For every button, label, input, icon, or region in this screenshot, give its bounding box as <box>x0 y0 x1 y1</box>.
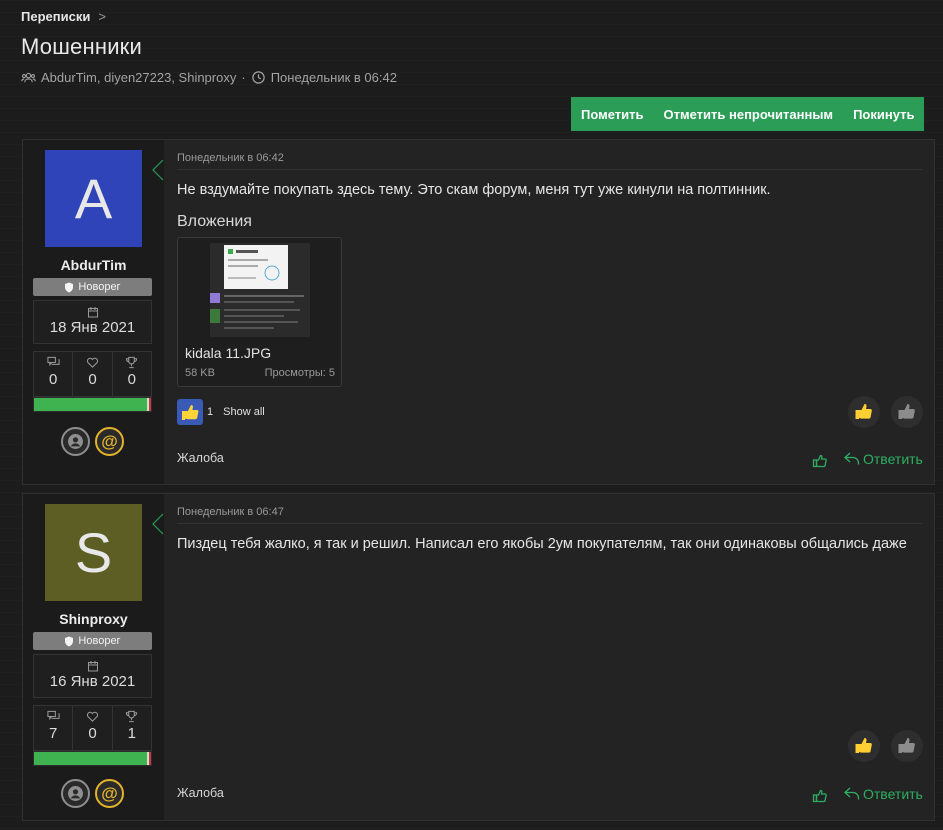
dislike-reaction-button[interactable] <box>891 730 923 762</box>
users-icon <box>21 72 36 83</box>
trophy-icon <box>126 710 138 723</box>
mention-icon[interactable]: @ <box>95 779 124 808</box>
user-title-badge: Новорег <box>33 632 152 650</box>
user-stats: 0 0 0 <box>33 351 152 397</box>
report-link[interactable]: Жалоба <box>177 786 224 800</box>
likes-stat: 0 <box>73 352 113 396</box>
arrow-left-icon <box>152 513 164 535</box>
messages-count: 7 <box>48 725 58 742</box>
reply-label[interactable]: Ответить <box>863 451 923 467</box>
messages-stat: 7 <box>34 706 74 750</box>
avatar[interactable]: S <box>45 504 142 601</box>
badge-label: Новорег <box>78 281 121 293</box>
profile-icon[interactable] <box>61 427 90 456</box>
conversation-actions: Пометить Отметить непрочитанным Покинуть <box>571 97 925 131</box>
thread-meta: AbdurTim, diyen27223, Shinproxy · Понеде… <box>21 70 397 85</box>
page-title: Мошенники <box>21 34 142 59</box>
like-icon[interactable] <box>812 788 828 804</box>
message-post: A AbdurTim Новорег 18 Янв 2021 0 0 0 @ П… <box>22 139 935 485</box>
divider <box>177 169 922 170</box>
leave-button[interactable]: Покинуть <box>843 97 924 131</box>
profile-icon[interactable] <box>61 779 90 808</box>
thumbs-up-gray-icon <box>898 738 915 753</box>
likes-count: 0 <box>88 371 97 388</box>
likes-count: 0 <box>88 725 97 742</box>
report-link[interactable]: Жалоба <box>177 451 224 465</box>
user-title-badge: Новорег <box>33 278 152 296</box>
messages-count: 0 <box>48 371 58 388</box>
post-body: Пиздец тебя жалко, я так и решил. Написа… <box>177 536 907 552</box>
attachment-card[interactable]: kidala 11.JPG 58 KB Просмотры: 5 <box>177 237 342 387</box>
messages-icon <box>47 710 60 721</box>
arrow-left-icon <box>152 159 164 181</box>
clock-icon <box>251 71 265 84</box>
likes-stat: 0 <box>73 706 113 750</box>
participants-link[interactable]: AbdurTim, diyen27223, Shinproxy <box>41 70 236 85</box>
dislike-reaction-button[interactable] <box>891 396 923 428</box>
meta-separator: · <box>241 70 246 85</box>
show-all-link[interactable]: Show all <box>223 406 265 418</box>
reactions-summary[interactable]: 1 Show all <box>177 399 265 425</box>
reply-icon <box>844 452 860 465</box>
trophies-stat: 1 <box>113 706 151 750</box>
attachment-views: Просмотры: 5 <box>264 367 335 379</box>
avatar[interactable]: A <box>45 150 142 247</box>
calendar-icon <box>87 661 98 672</box>
heart-icon <box>86 711 99 722</box>
trophy-icon <box>126 356 138 369</box>
post-date[interactable]: Понедельник в 06:47 <box>177 506 284 518</box>
post-body: Не вздумайте покупать здесь тему. Это ск… <box>177 182 771 198</box>
mark-button[interactable]: Пометить <box>571 97 654 131</box>
attachment-size: 58 KB <box>185 367 215 379</box>
reputation-bar <box>33 751 152 766</box>
post-date[interactable]: Понедельник в 06:42 <box>177 152 284 164</box>
attachment-filename[interactable]: kidala 11.JPG <box>185 345 271 361</box>
breadcrumb-link[interactable]: Переписки <box>21 9 90 24</box>
mention-icon[interactable]: @ <box>95 427 124 456</box>
reputation-bar <box>33 397 152 412</box>
trophies-stat: 0 <box>113 352 151 396</box>
user-sidebar: A AbdurTim Новорег 18 Янв 2021 0 0 0 @ <box>23 140 164 484</box>
join-date: 16 Янв 2021 <box>49 673 136 690</box>
thumbs-up-icon <box>177 399 203 425</box>
mark-unread-button[interactable]: Отметить непрочитанным <box>654 97 844 131</box>
thumbs-up-icon <box>855 738 872 753</box>
username[interactable]: AbdurTim <box>23 257 164 273</box>
attachment-thumbnail[interactable] <box>210 243 310 337</box>
thread-start-date[interactable]: Понедельник в 06:42 <box>271 70 397 85</box>
message-post: S Shinproxy Новорег 16 Янв 2021 7 0 1 @ … <box>22 493 935 821</box>
join-date: 18 Янв 2021 <box>49 319 136 336</box>
username[interactable]: Shinproxy <box>23 611 164 627</box>
thumbs-up-icon <box>855 404 872 419</box>
like-reaction-button[interactable] <box>848 396 880 428</box>
trophies-count: 0 <box>127 371 136 388</box>
reply-button[interactable]: Ответить <box>844 786 923 802</box>
messages-icon <box>47 356 60 367</box>
reply-label[interactable]: Ответить <box>863 786 923 802</box>
messages-stat: 0 <box>34 352 74 396</box>
reply-icon <box>844 787 860 800</box>
calendar-icon <box>87 307 98 318</box>
join-date-box: 16 Янв 2021 <box>33 654 152 698</box>
attachments-heading: Вложения <box>177 213 252 230</box>
shield-icon <box>65 282 74 292</box>
avatar-letter: A <box>74 167 113 230</box>
reaction-count: 1 <box>207 406 214 418</box>
divider <box>177 523 922 524</box>
trophies-count: 1 <box>127 725 136 742</box>
chevron-right-icon: > <box>98 9 106 24</box>
join-date-box: 18 Янв 2021 <box>33 300 152 344</box>
thumbs-up-gray-icon <box>898 404 915 419</box>
user-stats: 7 0 1 <box>33 705 152 751</box>
badge-label: Новорег <box>78 635 121 647</box>
heart-icon <box>86 357 99 368</box>
like-reaction-button[interactable] <box>848 730 880 762</box>
reply-button[interactable]: Ответить <box>844 451 923 467</box>
breadcrumb[interactable]: Переписки > <box>21 9 106 24</box>
user-sidebar: S Shinproxy Новорег 16 Янв 2021 7 0 1 @ <box>23 494 164 820</box>
like-icon[interactable] <box>812 453 828 469</box>
avatar-letter: S <box>74 521 113 584</box>
shield-icon <box>65 636 74 646</box>
